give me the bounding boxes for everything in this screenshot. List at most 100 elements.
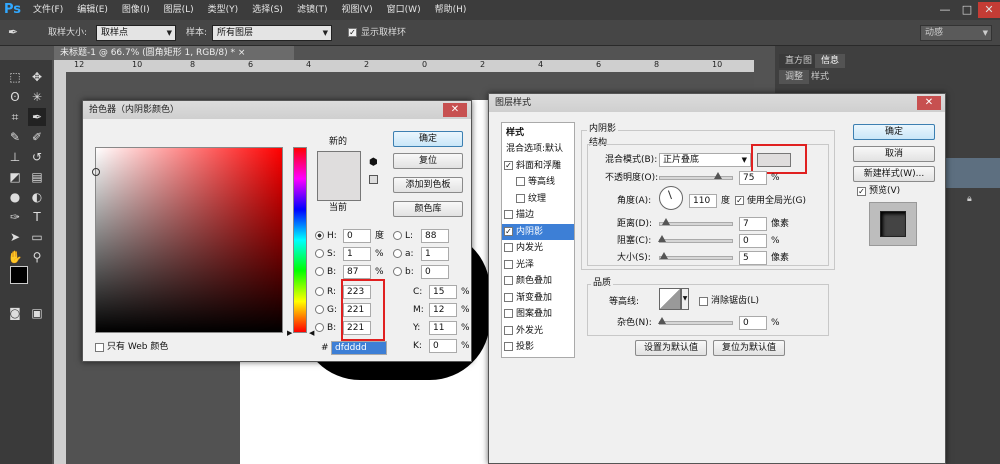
value-input[interactable]: 0 [343,229,371,243]
opacity-input[interactable]: 75 [739,171,767,185]
new-style-button[interactable]: 新建样式(W)... [853,166,935,182]
add-to-swatches-button[interactable]: 添加到色板 [393,177,463,193]
sidebar-item[interactable]: 纹理 [502,191,574,207]
color-field-cursor[interactable] [92,168,100,176]
value-input[interactable]: 223 [343,285,371,299]
history-brush-icon[interactable]: ↺ [28,148,46,166]
sidebar-item[interactable]: 颜色叠加 [502,273,574,289]
hue-slider-thumb-right[interactable]: ◀ [309,329,314,337]
brush-tool-icon[interactable]: ✐ [28,128,46,146]
sidebar-checkbox[interactable] [504,243,513,252]
blur-tool-icon[interactable]: ● [6,188,24,206]
tab-styles[interactable]: 样式 [805,70,835,84]
workspace-select[interactable]: 动感 ▼ [920,25,992,41]
menu-item-9[interactable]: 帮助(H) [428,0,474,20]
sidebar-item[interactable]: 混合选项:默认 [502,141,574,157]
pen-tool-icon[interactable]: ✑ [6,208,24,226]
radio-button[interactable] [393,249,402,258]
value-input[interactable]: 0 [429,339,457,353]
menu-item-6[interactable]: 滤镜(T) [290,0,335,20]
dodge-tool-icon[interactable]: ◐ [28,188,46,206]
show-ring-checkbox[interactable]: ✓ [348,28,357,38]
hue-slider-thumb-left[interactable]: ▶ [287,329,292,337]
marquee-tool-icon[interactable]: ⬚ [6,68,24,86]
reset-default-button[interactable]: 复位为默认值 [713,340,785,356]
sample-size-select[interactable]: 取样点 ▼ [96,25,176,41]
menu-item-8[interactable]: 窗口(W) [380,0,428,20]
gradient-tool-icon[interactable]: ▤ [28,168,46,186]
sidebar-item[interactable]: ✓ 斜面和浮雕 [502,158,574,174]
preview-checkbox[interactable]: ✓ [857,187,866,196]
sidebar-item[interactable]: 图案叠加 [502,306,574,322]
move-tool-icon[interactable]: ✥ [28,68,46,86]
magic-wand-icon[interactable]: ✳ [28,88,46,106]
sidebar-item[interactable]: 外发光 [502,323,574,339]
menu-item-4[interactable]: 类型(Y) [201,0,246,20]
angle-input[interactable]: 110 [689,194,717,208]
contour-dropdown[interactable]: ▼ [681,288,689,310]
sidebar-item[interactable]: 等高线 [502,174,574,190]
path-selection-icon[interactable]: ➤ [6,228,24,246]
size-slider-thumb[interactable] [660,252,668,259]
choke-input[interactable]: 0 [739,234,767,248]
menu-item-3[interactable]: 图层(L) [157,0,201,20]
sidebar-item[interactable]: ✓ 内阴影 [502,223,574,240]
color-libraries-button[interactable]: 颜色库 [393,201,463,217]
shape-tool-icon[interactable]: ▭ [28,228,46,246]
hex-input[interactable]: dfdddd [331,341,387,355]
sidebar-checkbox[interactable] [516,177,525,186]
document-tab[interactable]: 未标题-1 @ 66.7% (圆角矩形 1, RGB/8) * × [54,46,294,60]
type-tool-icon[interactable]: T [28,208,46,226]
saturation-brightness-field[interactable] [92,147,283,333]
contour-preview[interactable] [659,288,681,310]
ok-button[interactable]: 确定 [393,131,463,147]
sidebar-checkbox[interactable] [504,276,513,285]
radio-button[interactable] [315,267,324,276]
gamut-warning-icon[interactable]: ⬢ [369,157,378,168]
value-input[interactable]: 1 [421,247,449,261]
styles-header[interactable]: 样式 [502,125,574,141]
global-light-checkbox[interactable]: ✓ [735,196,744,205]
sidebar-item[interactable]: 渐变叠加 [502,290,574,306]
radio-button[interactable] [315,249,324,258]
angle-dial[interactable] [659,186,683,210]
eyedropper-tool-icon[interactable]: ✒ [28,108,46,126]
hue-slider[interactable] [293,147,307,333]
sidebar-item[interactable]: 投影 [502,339,574,355]
screen-mode-icon[interactable]: ▣ [28,304,46,322]
lasso-tool-icon[interactable]: ʘ [6,88,24,106]
tab-info[interactable]: 信息 [815,54,846,68]
close-window-button[interactable]: ✕ [978,2,1000,18]
sample-select[interactable]: 所有图层 ▼ [212,25,332,41]
hand-tool-icon[interactable]: ✋ [6,248,24,266]
menu-item-1[interactable]: 编辑(E) [70,0,115,20]
value-input[interactable]: 221 [343,303,371,317]
only-web-colors-checkbox[interactable] [95,343,104,352]
distance-slider-thumb[interactable] [662,218,670,225]
sidebar-checkbox[interactable] [504,325,513,335]
blend-mode-select[interactable]: 正片叠底 ▼ [659,153,751,167]
quick-mask-icon[interactable]: ◙ [6,304,24,322]
sidebar-checkbox[interactable] [504,210,513,219]
sidebar-checkbox[interactable] [516,193,525,203]
zoom-tool-icon[interactable]: ⚲ [28,248,46,266]
noise-slider-thumb[interactable] [658,317,666,324]
sidebar-checkbox[interactable] [504,342,513,351]
reset-button[interactable]: 复位 [393,153,463,169]
minimize-button[interactable]: — [934,2,956,18]
menu-item-2[interactable]: 图像(I) [115,0,157,20]
noise-input[interactable]: 0 [739,316,767,330]
ok-button[interactable]: 确定 [853,124,935,140]
close-icon[interactable]: ✕ [917,96,941,110]
healing-brush-icon[interactable]: ✎ [6,128,24,146]
radio-button[interactable] [393,267,402,276]
radio-button[interactable] [315,305,324,314]
value-input[interactable]: 87 [343,265,371,279]
sidebar-item[interactable]: 光泽 [502,257,574,273]
cancel-button[interactable]: 取消 [853,146,935,162]
sidebar-checkbox[interactable] [504,309,513,318]
size-slider[interactable] [659,252,733,260]
menu-item-7[interactable]: 视图(V) [334,0,379,20]
radio-button[interactable] [315,231,324,240]
value-input[interactable]: 1 [343,247,371,261]
